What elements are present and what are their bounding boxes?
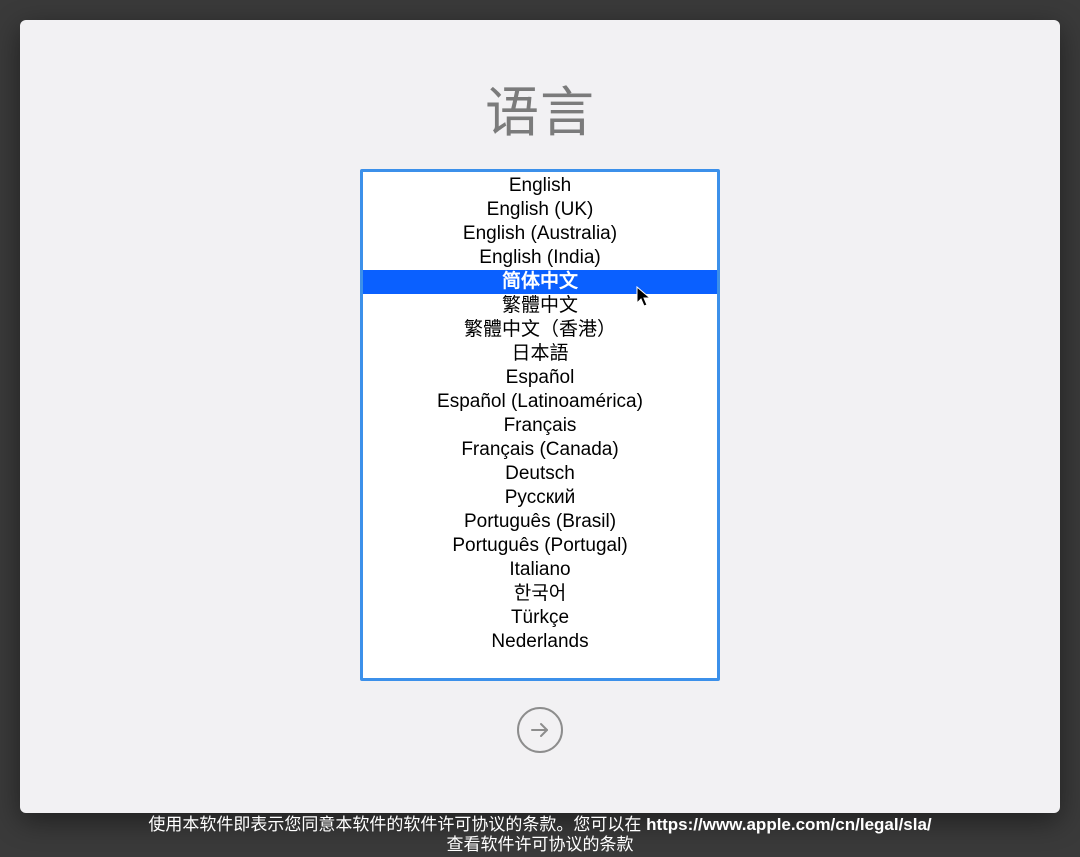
license-text-line2: 查看软件许可协议的条款 [447, 835, 634, 854]
language-option[interactable]: English (India) [363, 246, 717, 270]
language-option[interactable]: Deutsch [363, 462, 717, 486]
language-listbox[interactable]: EnglishEnglish (UK)English (Australia)En… [360, 169, 720, 681]
language-option[interactable]: 简体中文 [363, 270, 717, 294]
language-list-scroll[interactable]: EnglishEnglish (UK)English (Australia)En… [363, 172, 717, 678]
license-url: https://www.apple.com/cn/legal/sla/ [646, 815, 932, 834]
license-text-prefix: 使用本软件即表示您同意本软件的软件许可协议的条款。您可以在 [148, 815, 646, 834]
language-option[interactable]: Русский [363, 486, 717, 510]
language-option[interactable]: Français [363, 414, 717, 438]
arrow-right-icon [528, 718, 552, 742]
language-option[interactable]: 한국어 [363, 582, 717, 606]
language-option[interactable]: 繁體中文（香港） [363, 318, 717, 342]
language-option[interactable]: English (UK) [363, 198, 717, 222]
setup-assistant-window: 语言 EnglishEnglish (UK)English (Australia… [20, 20, 1060, 813]
language-option[interactable]: Português (Brasil) [363, 510, 717, 534]
language-option[interactable]: Türkçe [363, 606, 717, 630]
language-option[interactable]: 日本語 [363, 342, 717, 366]
language-option[interactable]: English [363, 174, 717, 198]
language-option[interactable]: 繁體中文 [363, 294, 717, 318]
language-option[interactable]: Português (Portugal) [363, 534, 717, 558]
license-footer: 使用本软件即表示您同意本软件的软件许可协议的条款。您可以在 https://ww… [0, 815, 1080, 855]
language-option[interactable]: Nederlands [363, 630, 717, 654]
page-title: 语言 [485, 68, 595, 147]
language-option[interactable]: Italiano [363, 558, 717, 582]
continue-button[interactable] [517, 707, 563, 753]
language-option[interactable]: Español (Latinoamérica) [363, 390, 717, 414]
language-option[interactable]: Français (Canada) [363, 438, 717, 462]
language-option[interactable]: English (Australia) [363, 222, 717, 246]
language-option[interactable]: Español [363, 366, 717, 390]
